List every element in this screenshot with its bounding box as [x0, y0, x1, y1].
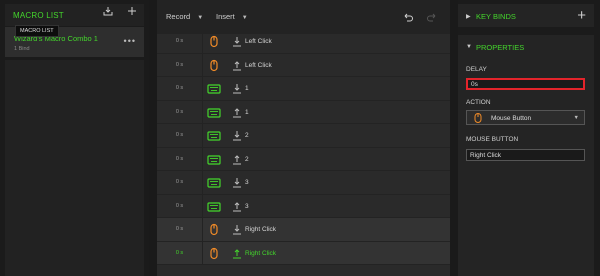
keyboard-icon [207, 176, 221, 190]
import-icon[interactable] [103, 6, 113, 16]
event-row[interactable]: 0 s Left Click [157, 53, 450, 77]
properties-section: ▼ PROPERTIES DELAY ACTION Mouse Button ▼… [458, 35, 594, 276]
macro-bind-count: 1 Bind [14, 46, 30, 52]
event-delay: 0 s [157, 171, 203, 194]
properties-title: PROPERTIES [476, 43, 525, 52]
event-row[interactable]: 0 s 2 [157, 147, 450, 171]
more-options-icon[interactable]: ••• [124, 36, 136, 46]
macro-editor-panel: Record ▼ Insert ▼ 0 s Left Click 0 s Left Cli… [157, 0, 450, 276]
key-release-icon [232, 248, 242, 259]
side-panel: ▶ KEY BINDS + ▼ PROPERTIES DELAY ACTION … [458, 0, 600, 276]
event-row[interactable]: 0 s 1 [157, 77, 450, 101]
event-row[interactable]: 0 s Right Click [157, 218, 450, 242]
action-select[interactable]: Mouse Button ▼ [466, 110, 585, 125]
event-row[interactable]: 0 s Left Click [157, 30, 450, 54]
record-dropdown[interactable]: Record ▼ [166, 12, 203, 21]
mouse-button-label: MOUSE BUTTON [466, 136, 519, 143]
event-label: 2 [245, 155, 249, 163]
event-row[interactable]: 0 s Right Click [157, 241, 450, 265]
key-binds-header[interactable]: ▶ KEY BINDS + [458, 4, 594, 27]
mouse-button-input[interactable] [466, 149, 585, 161]
event-label: Right Click [245, 249, 277, 257]
event-delay: 0 s [157, 218, 203, 241]
undo-icon[interactable] [402, 11, 414, 23]
add-key-bind-icon[interactable]: + [577, 7, 586, 24]
keyboard-icon [207, 82, 221, 96]
macro-list-title: MACRO LIST [13, 10, 64, 20]
record-label: Record [166, 12, 191, 21]
insert-dropdown[interactable]: Insert ▼ [216, 12, 248, 21]
event-label: 1 [245, 85, 249, 92]
event-delay: 0 s [157, 77, 203, 100]
macro-list-body [5, 60, 144, 276]
event-delay: 0 s [157, 241, 203, 264]
keyboard-icon [207, 106, 221, 120]
action-value: Mouse Button [491, 115, 532, 122]
key-release-icon [232, 201, 242, 212]
delay-label: DELAY [466, 66, 487, 73]
event-label: Left Click [245, 61, 272, 69]
macro-list-header: MACRO LIST [5, 4, 144, 26]
key-press-icon [232, 177, 242, 188]
event-delay: 0 s [157, 30, 203, 53]
key-release-icon [232, 107, 242, 118]
keyboard-icon [207, 153, 221, 167]
event-row[interactable]: 0 s 1 [157, 100, 450, 124]
key-press-icon [232, 224, 242, 235]
event-label: Right Click [245, 226, 277, 233]
event-row[interactable]: 0 s 2 [157, 124, 450, 148]
key-release-icon [232, 60, 242, 71]
mouse-icon [207, 223, 221, 237]
event-label: 3 [245, 202, 249, 210]
add-macro-icon[interactable] [127, 6, 137, 16]
chevron-down-icon: ▼ [573, 115, 579, 121]
redo-icon[interactable] [426, 11, 438, 23]
event-delay: 0 s [157, 100, 203, 123]
key-press-icon [232, 130, 242, 141]
event-label: Left Click [245, 38, 272, 45]
event-row[interactable]: 0 s 3 [157, 194, 450, 218]
key-release-icon [232, 154, 242, 165]
event-label: 2 [245, 132, 249, 139]
chevron-down-icon: ▼ [241, 15, 248, 21]
action-label: ACTION [466, 99, 491, 106]
key-binds-title: KEY BINDS [476, 12, 516, 21]
chevron-down-icon: ▼ [197, 15, 204, 21]
event-label: 1 [245, 108, 249, 116]
event-row[interactable]: 0 s 3 [157, 171, 450, 195]
key-press-icon [232, 36, 242, 47]
event-delay: 0 s [157, 147, 203, 170]
mouse-icon [207, 247, 221, 261]
event-delay: 0 s [157, 124, 203, 147]
mouse-icon [474, 113, 482, 123]
event-delay: 0 s [157, 53, 203, 76]
chevron-down-icon: ▼ [466, 44, 472, 50]
key-press-icon [232, 83, 242, 94]
editor-toolbar: Record ▼ Insert ▼ [157, 0, 450, 34]
macro-list-panel: MACRO LIST Wizard's Macro Combo 1 1 Bind… [0, 0, 149, 276]
mouse-icon [207, 35, 221, 49]
keyboard-icon [207, 200, 221, 214]
keyboard-icon [207, 129, 221, 143]
insert-label: Insert [216, 12, 235, 21]
delay-input[interactable] [466, 78, 585, 90]
chevron-right-icon: ▶ [466, 14, 471, 20]
event-delay: 0 s [157, 194, 203, 217]
tooltip: MACRO LIST [15, 25, 59, 37]
mouse-icon [207, 59, 221, 73]
event-label: 3 [245, 179, 249, 186]
